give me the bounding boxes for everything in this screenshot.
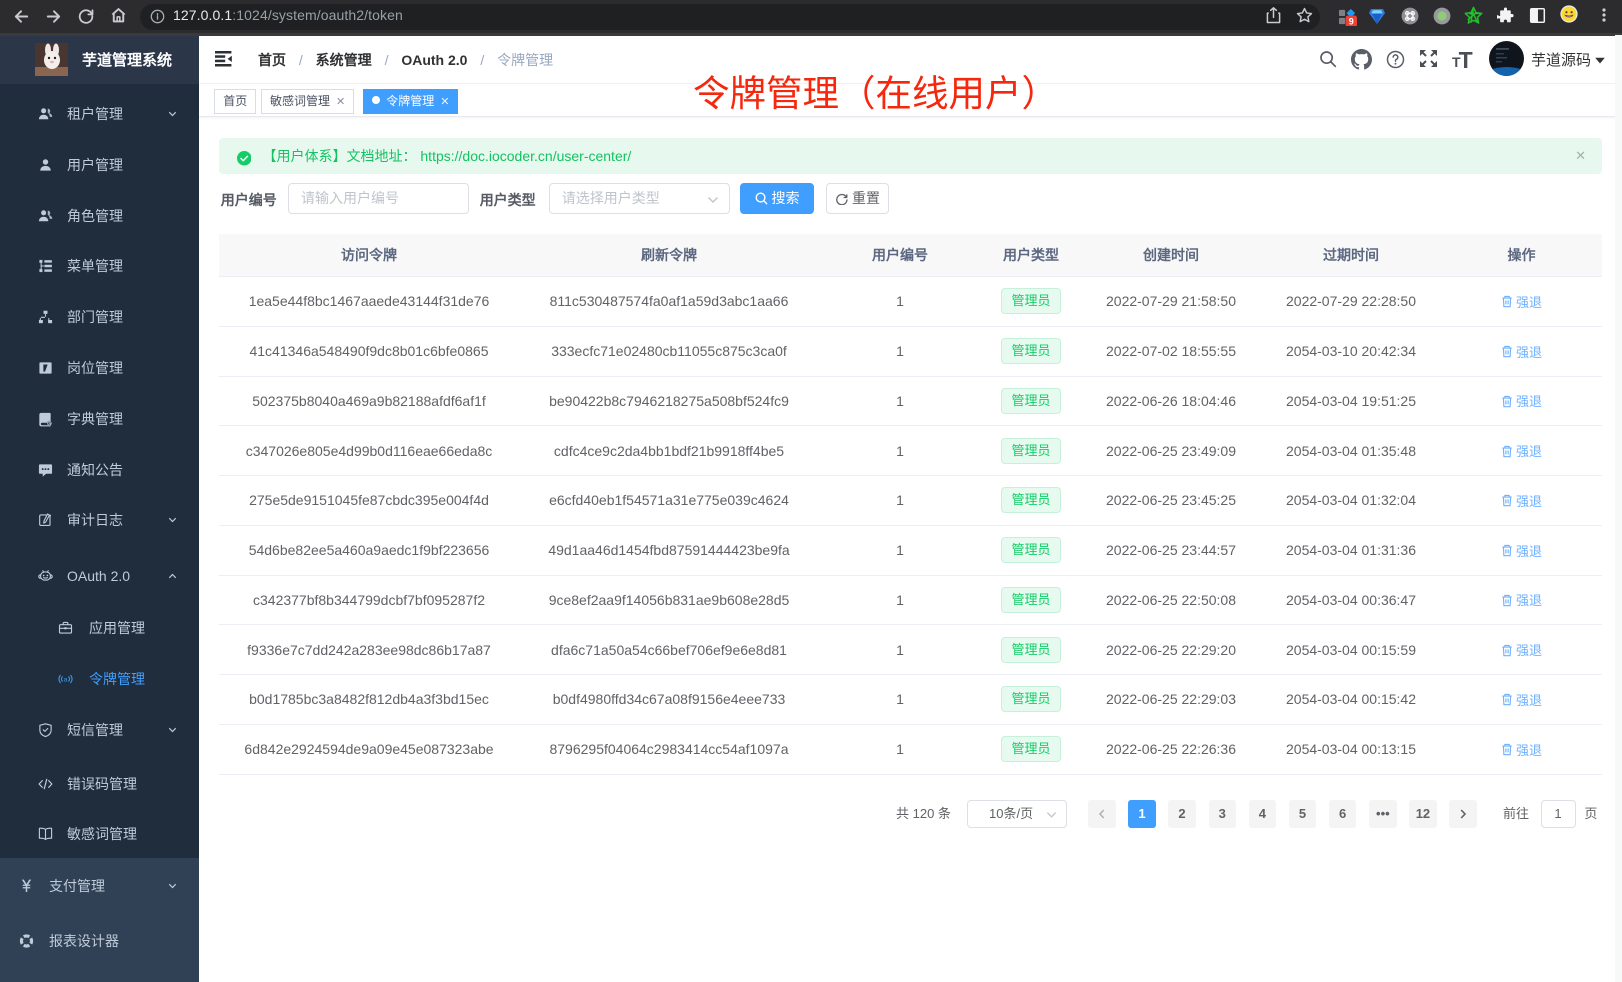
- svg-text:a: a: [64, 676, 68, 683]
- svg-text:9: 9: [1349, 17, 1354, 26]
